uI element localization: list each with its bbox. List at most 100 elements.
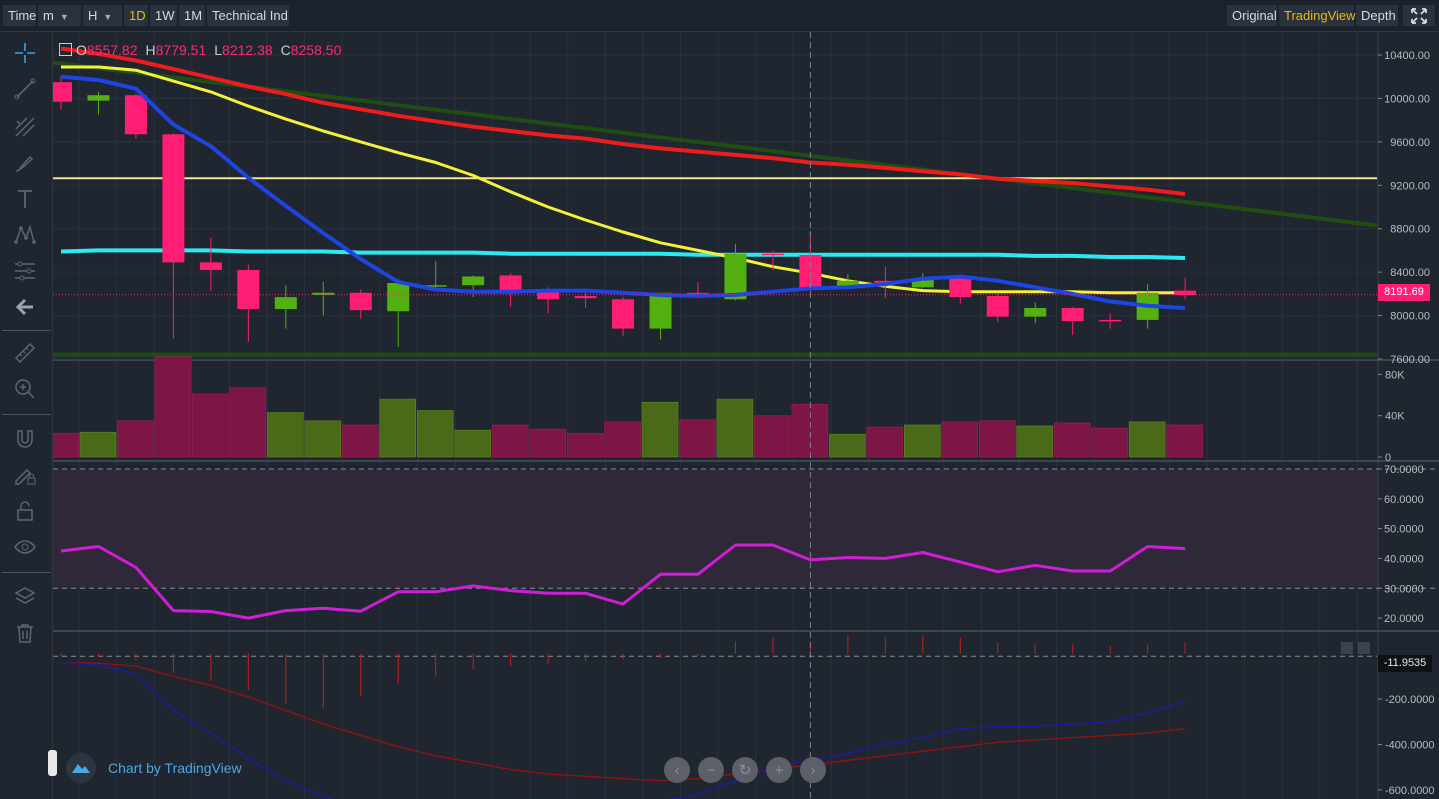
drawing-toolbar [0,32,53,799]
minute-interval-dropdown[interactable]: m ▼ [38,5,81,26]
high-value: 8779.51 [155,42,207,58]
volume-bar [154,356,192,458]
volume-bar [978,420,1016,458]
zoom-in-button[interactable]: + [766,757,792,783]
close-value: 8258.50 [290,42,342,58]
brush-tool[interactable] [12,150,38,176]
magnet-tool[interactable] [12,426,38,452]
current-price-tag: 8191.69 [1378,284,1430,301]
rsi-axis-tick: 60.0000 [1384,494,1424,506]
rsi-band-background [53,468,1377,589]
candle-body [162,134,185,263]
scroll-right-button[interactable]: › [800,757,826,783]
volume-bar [379,398,417,458]
view-tradingview-button[interactable]: TradingView [1279,5,1356,26]
candle-body [53,82,72,102]
close-key: C [280,42,291,58]
toolbar-divider [2,572,51,573]
open-value: 8557.82 [86,42,138,58]
candle-body [949,277,972,298]
remove-drawings-tool[interactable] [12,620,38,646]
price-axis-tick: 8800.00 [1390,224,1430,236]
fib-icon [15,261,35,281]
macd-axis-tick: -600.0000 [1385,785,1435,797]
pitchfork-tool[interactable] [12,114,38,140]
volume-axis-tick: 80K [1385,369,1405,381]
candle-body [1099,319,1122,322]
hour-interval-dropdown[interactable]: H ▼ [83,5,122,26]
volume-bar [454,429,491,458]
candle-body [274,297,297,310]
volume-bar [1166,424,1203,458]
layers-icon [14,587,36,604]
volume-bar [267,412,304,458]
pattern-tool[interactable] [12,222,38,248]
text-icon [18,190,32,208]
candle-body [986,296,1009,317]
lock-all-tool[interactable] [12,498,38,524]
zoom-in-icon [15,379,35,399]
fib-tool[interactable] [12,258,38,284]
candle-body [462,276,485,286]
volume-bar [79,431,117,458]
toolbar-divider [2,330,51,331]
chevron-down-icon: ▼ [59,12,69,22]
view-original-button[interactable]: Original [1227,5,1277,26]
fullscreen-icon [1411,7,1427,24]
minute-label: m [43,8,54,23]
object-tree-tool[interactable] [12,584,38,610]
price-chart-area[interactable]: 10400.00 10000.00 9600.00 9200.00 8800.00 840… [53,32,1439,799]
trend-line-icon [14,78,36,100]
interval-1d-button[interactable]: 1D [124,5,148,26]
ohlc-legend: O8557.82 H8779.51 L8212.38 C8258.50 [59,42,341,58]
toolbar-divider [2,414,51,415]
price-axis-tick: 9600.00 [1390,137,1430,149]
volume-axis-tick: 0 [1385,452,1391,464]
macd-value-tag: -11.9535 [1378,655,1432,672]
reset-chart-button[interactable]: ↻ [732,757,758,783]
time-label: Time [3,5,36,26]
low-value: 8212.38 [222,42,273,58]
candle-body [199,262,222,270]
hide-drawings-tool[interactable] [12,534,38,560]
trend-line-tool[interactable] [12,76,38,102]
pane-down-control [1358,642,1370,654]
candle-body [87,95,110,101]
volume-bar [117,420,154,458]
lock-drawing-tool[interactable] [12,462,38,488]
candle-body [237,269,260,310]
volume-bar [566,432,604,458]
pattern-icon [14,224,36,244]
rsi-axis-tick: 20.0000 [1384,613,1424,625]
back-tool[interactable] [12,294,38,320]
candle-body [387,283,410,312]
chevron-right-icon: › [810,761,816,779]
volume-bar [229,387,267,458]
candle-body [124,95,147,135]
ruler-icon [14,342,36,364]
zoom-tool[interactable] [12,376,38,402]
crosshair-tool[interactable] [12,40,38,66]
magnet-icon [17,430,33,448]
volume-bar [416,410,454,458]
candle-body [1061,307,1084,322]
fullscreen-button[interactable] [1403,5,1435,26]
measure-tool[interactable] [12,340,38,366]
volume-bar [941,421,979,458]
technical-indicators-button[interactable]: Technical Ind [207,5,289,26]
interval-1w-button[interactable]: 1W [150,5,177,26]
volume-bar [1016,425,1054,458]
volume-bar [716,398,754,458]
tradingview-attribution[interactable]: Chart by TradingView [66,753,242,783]
interval-1m-button[interactable]: 1M [179,5,205,26]
toolbar-collapse-handle[interactable] [48,750,57,776]
view-depth-button[interactable]: Depth [1356,5,1398,26]
volume-bar [491,424,529,458]
text-tool[interactable] [12,186,38,212]
scroll-left-button[interactable]: ‹ [664,757,690,783]
pane-up-control [1341,642,1353,654]
legend-toggle-icon[interactable] [59,43,72,56]
eye-icon [14,540,36,554]
rsi-axis-tick: 70.0000 [1384,464,1424,476]
zoom-out-button[interactable]: − [698,757,724,783]
